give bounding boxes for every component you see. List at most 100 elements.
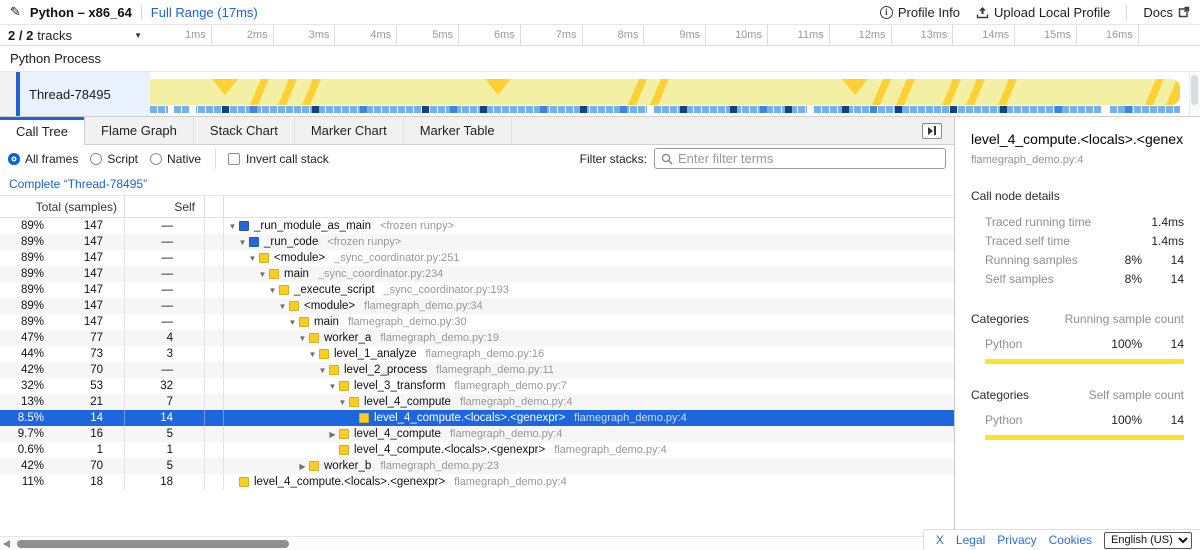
- footer-close-link[interactable]: X: [936, 533, 944, 547]
- function-name: level_4_compute: [364, 396, 451, 408]
- cell-function: ▼level_4_computeflamegraph_demo.py:4: [224, 396, 954, 408]
- collapse-arrow-icon[interactable]: ▼: [256, 270, 269, 279]
- collapse-arrow-icon[interactable]: ▼: [306, 350, 319, 359]
- column-total-samples[interactable]: Total (samples): [0, 196, 125, 217]
- call-tree-row[interactable]: 13%217▼level_4_computeflamegraph_demo.py…: [0, 394, 954, 410]
- sample-mark: [680, 106, 687, 113]
- complete-thread-range-link[interactable]: Complete “Thread-78495”: [9, 177, 147, 191]
- collapse-arrow-icon[interactable]: ▼: [336, 398, 349, 407]
- sidebar-toggle-button[interactable]: [922, 123, 942, 139]
- docs-link[interactable]: Docs: [1143, 5, 1190, 20]
- cell-function: ▼mainflamegraph_demo.py:30: [224, 316, 954, 328]
- profile-info-button[interactable]: i Profile Info: [880, 5, 960, 20]
- ruler-tick: 5ms: [397, 25, 459, 45]
- cell-total-percent: 89%: [0, 300, 55, 312]
- collapse-arrow-icon[interactable]: ▼: [246, 254, 259, 263]
- cell-gap: [205, 218, 224, 234]
- footer-link-cookies[interactable]: Cookies: [1049, 533, 1092, 547]
- cell-function: ▼<module>flamegraph_demo.py:34: [224, 300, 954, 312]
- sample-strip[interactable]: [150, 106, 1180, 113]
- call-tree-row[interactable]: 44%733▼level_1_analyzeflamegraph_demo.py…: [0, 346, 954, 362]
- call-tree-row[interactable]: 9.7%165▶level_4_computeflamegraph_demo.p…: [0, 426, 954, 442]
- tab-call-tree[interactable]: Call Tree: [0, 117, 85, 145]
- cpu-usage-graph[interactable]: [150, 79, 1180, 105]
- scroll-left-arrow-icon[interactable]: [3, 540, 10, 548]
- call-tree-row[interactable]: 89%147—▼_run_code<frozen runpy>: [0, 234, 954, 250]
- committed-range-row: Complete “Thread-78495”: [0, 172, 954, 196]
- expand-arrow-icon[interactable]: ▶: [326, 430, 339, 439]
- category-square-icon: [339, 429, 349, 439]
- invert-call-stack-checkbox[interactable]: Invert call stack: [228, 152, 329, 166]
- cell-total-samples: 16: [55, 426, 125, 442]
- track-vertical-scrollbar-thumb[interactable]: [1191, 75, 1198, 105]
- filter-stacks-input[interactable]: [678, 151, 939, 166]
- footer-link-privacy[interactable]: Privacy: [997, 533, 1036, 547]
- tab-stack-chart[interactable]: Stack Chart: [194, 117, 295, 144]
- full-range-link[interactable]: Full Range (17ms): [151, 5, 258, 20]
- tab-marker-chart[interactable]: Marker Chart: [295, 117, 404, 144]
- collapse-arrow-icon[interactable]: ▼: [286, 318, 299, 327]
- call-tree-row[interactable]: 89%147—▼mainflamegraph_demo.py:30: [0, 314, 954, 330]
- call-tree-row[interactable]: 89%147—▼main_sync_coordinator.py:234: [0, 266, 954, 282]
- collapse-arrow-icon[interactable]: ▼: [236, 238, 249, 247]
- ruler-tick: 8ms: [583, 25, 645, 45]
- frames-radio-script[interactable]: Script: [90, 152, 138, 166]
- collapse-arrow-icon[interactable]: ▼: [326, 382, 339, 391]
- tab-marker-table[interactable]: Marker Table: [404, 117, 512, 144]
- info-icon: i: [880, 6, 893, 19]
- call-tree-row[interactable]: 89%147—▼<module>flamegraph_demo.py:34: [0, 298, 954, 314]
- collapse-arrow-icon[interactable]: ▼: [296, 334, 309, 343]
- collapse-arrow-icon[interactable]: ▼: [316, 366, 329, 375]
- cpu-spikes: [150, 79, 1180, 105]
- function-name: level_4_compute: [354, 428, 441, 440]
- tab-flame-graph[interactable]: Flame Graph: [85, 117, 194, 144]
- cell-function: ▼level_1_analyzeflamegraph_demo.py:16: [224, 348, 954, 360]
- call-tree-row[interactable]: 0.6%11level_4_compute.<locals>.<genexpr>…: [0, 442, 954, 458]
- filter-search-box[interactable]: [654, 148, 946, 169]
- cell-total-samples: 73: [55, 346, 125, 362]
- thread-label[interactable]: Thread-78495: [20, 72, 150, 116]
- upload-profile-button[interactable]: Upload Local Profile: [976, 5, 1110, 20]
- call-tree-row[interactable]: 47%774▼worker_aflamegraph_demo.py:19: [0, 330, 954, 346]
- call-tree-row[interactable]: 89%147—▼<module>_sync_coordinator.py:251: [0, 250, 954, 266]
- detail-label: Running samples: [985, 253, 1100, 267]
- process-track-header[interactable]: Python Process: [0, 46, 1200, 72]
- tracks-dropdown[interactable]: 2 / 2 tracks ▼: [0, 25, 150, 45]
- call-tree-row[interactable]: 89%147—▼_execute_script_sync_coordinator…: [0, 282, 954, 298]
- collapse-arrow-icon[interactable]: ▼: [276, 302, 289, 311]
- call-tree-header: Total (samples) Self: [0, 196, 954, 218]
- cell-gap: [205, 410, 224, 426]
- edit-pencil-icon[interactable]: ✎: [10, 4, 21, 20]
- function-file-line: flamegraph_demo.py:19: [380, 332, 499, 344]
- sample-mark: [1000, 106, 1007, 113]
- frames-radio-native[interactable]: Native: [150, 152, 201, 166]
- sidebar-node-file: flamegraph_demo.py:4: [971, 154, 1184, 166]
- frames-radio-all-frames[interactable]: All frames: [8, 152, 78, 166]
- collapse-arrow-icon[interactable]: ▼: [226, 222, 239, 231]
- horizontal-scrollbar-thumb[interactable]: [17, 540, 289, 548]
- cell-self-samples: —: [125, 218, 205, 234]
- call-tree-row[interactable]: 42%70—▼level_2_processflamegraph_demo.py…: [0, 362, 954, 378]
- call-tree-row[interactable]: 89%147—▼_run_module_as_main<frozen runpy…: [0, 218, 954, 234]
- footer-link-legal[interactable]: Legal: [956, 533, 985, 547]
- header-divider: [141, 5, 142, 20]
- category-square-icon: [359, 413, 369, 423]
- category-bar: [985, 359, 1184, 364]
- call-tree-row[interactable]: 8.5%1414level_4_compute.<locals>.<genexp…: [0, 410, 954, 426]
- collapse-arrow-icon[interactable]: ▼: [266, 286, 279, 295]
- horizontal-scrollbar[interactable]: [0, 536, 954, 550]
- cell-gap: [205, 250, 224, 266]
- track-vertical-scrollbar[interactable]: [1189, 72, 1200, 116]
- function-name: level_1_analyze: [334, 348, 416, 360]
- thread-activity-track[interactable]: [150, 72, 1200, 116]
- call-tree-row[interactable]: 32%5332▼level_3_transformflamegraph_demo…: [0, 378, 954, 394]
- expand-arrow-icon[interactable]: ▶: [296, 462, 309, 471]
- cell-function: level_4_compute.<locals>.<genexpr>flameg…: [224, 444, 954, 456]
- column-self[interactable]: Self: [125, 196, 205, 217]
- call-tree-row[interactable]: 11%1818level_4_compute.<locals>.<genexpr…: [0, 474, 954, 490]
- language-select[interactable]: English (US): [1104, 532, 1192, 549]
- call-tree-row[interactable]: 42%705▶worker_bflamegraph_demo.py:23: [0, 458, 954, 474]
- sample-mark: [360, 106, 367, 113]
- cell-self-samples: 32: [125, 378, 205, 394]
- category-square-icon: [249, 237, 259, 247]
